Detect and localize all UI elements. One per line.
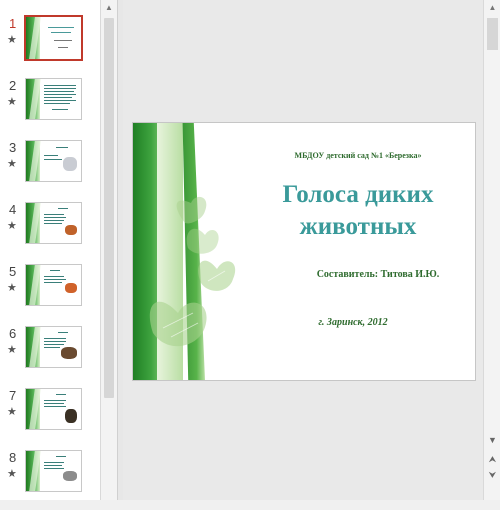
slide-number: 4 (9, 202, 17, 217)
animation-star-icon: ★ (7, 158, 17, 170)
slide-canvas[interactable]: МБДОУ детский сад №1 «Березка» Голоса ди… (132, 122, 476, 381)
slide-thumbnails-pane[interactable]: 1 ★ 2 ★ 3 ★ 4 ★ 5 ★ 6 ★ 7 ★ 8 ★ (0, 0, 100, 500)
animation-star-icon: ★ (7, 282, 17, 294)
thumbnail-slide-6[interactable]: 6 ★ (0, 326, 100, 386)
next-slide-icon[interactable]: ⮟ (484, 468, 500, 482)
thumbnail-slide-7[interactable]: 7 ★ (0, 388, 100, 448)
thumbnail-slide-1[interactable]: 1 ★ (0, 15, 100, 76)
slide-number: 5 (9, 264, 17, 279)
slide-number: 1 (9, 16, 17, 31)
animation-star-icon: ★ (7, 344, 17, 356)
scroll-up-icon[interactable]: ▲ (484, 0, 500, 16)
slide-thumbnail-image[interactable] (25, 388, 82, 430)
slide-thumbnail-image[interactable] (25, 450, 82, 492)
slide-thumbnail-image[interactable] (25, 78, 82, 120)
thumbnail-slide-3[interactable]: 3 ★ (0, 140, 100, 200)
thumbnail-slide-8[interactable]: 8 ★ (0, 450, 100, 510)
thumbnail-slide-2[interactable]: 2 ★ (0, 78, 100, 138)
butterflies-decoration (149, 196, 236, 347)
organization-label[interactable]: МБДОУ детский сад №1 «Березка» (283, 151, 433, 160)
slide-number: 8 (9, 450, 17, 465)
author-label[interactable]: Составитель: Титова И.Ю. (298, 269, 458, 280)
slide-thumbnail-image[interactable] (24, 15, 83, 61)
thumbnails-scrollbar[interactable]: ▲ (100, 0, 117, 500)
thumbnail-slide-5[interactable]: 5 ★ (0, 264, 100, 324)
slide-title-line1[interactable]: Голоса диких (253, 181, 463, 209)
slide-thumbnail-image[interactable] (25, 326, 82, 368)
slide-thumbnail-image[interactable] (25, 264, 82, 306)
slide-number: 3 (9, 140, 17, 155)
slide-title-line2[interactable]: животных (253, 213, 463, 241)
scrollbar-thumb[interactable] (487, 18, 498, 50)
scrollbar-thumb[interactable] (104, 18, 114, 398)
animation-star-icon: ★ (7, 96, 17, 108)
animation-star-icon: ★ (7, 34, 17, 46)
slide-number: 6 (9, 326, 17, 341)
animation-star-icon: ★ (7, 220, 17, 232)
slide-number: 7 (9, 388, 17, 403)
slide-number: 2 (9, 78, 17, 93)
scroll-down-icon[interactable]: ▼ (484, 433, 500, 447)
slide-scrollbar[interactable]: ▲ ▼ ⮝ ⮟ (483, 0, 500, 500)
animation-star-icon: ★ (7, 468, 17, 480)
place-year-label[interactable]: г. Заринск, 2012 (293, 317, 413, 328)
thumbnail-slide-4[interactable]: 4 ★ (0, 202, 100, 262)
animation-star-icon: ★ (7, 406, 17, 418)
slide-thumbnail-image[interactable] (25, 202, 82, 244)
scroll-up-icon[interactable]: ▲ (101, 0, 117, 16)
slide-thumbnail-image[interactable] (25, 140, 82, 182)
previous-slide-icon[interactable]: ⮝ (484, 452, 500, 466)
